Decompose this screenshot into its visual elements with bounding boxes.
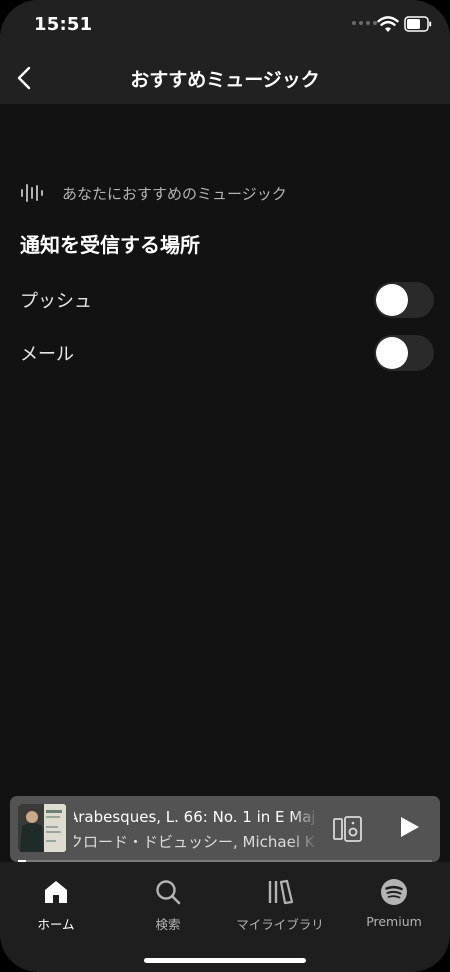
track-artist: クロード・ドビュッシー, Michael Korstick xyxy=(74,833,314,851)
connect-device-icon[interactable] xyxy=(333,816,363,842)
library-icon xyxy=(268,879,294,905)
wifi-icon xyxy=(377,16,399,32)
setting-row-email: メール xyxy=(20,333,434,373)
waveform-icon xyxy=(21,184,43,202)
status-time: 15:51 xyxy=(34,14,93,35)
header-bar: おすすめミュージック xyxy=(0,52,450,104)
nav-premium[interactable]: Premium xyxy=(338,878,450,929)
text-fade xyxy=(290,804,320,854)
email-toggle[interactable] xyxy=(374,335,434,371)
section-title: 通知を受信する場所 xyxy=(20,233,200,257)
page-title: おすすめミュージック xyxy=(130,69,320,91)
mini-player[interactable]: Arabesques, L. 66: No. 1 in E Major クロード… xyxy=(10,796,440,862)
nav-label: Premium xyxy=(366,914,422,929)
nav-search[interactable]: 検索 xyxy=(112,878,224,933)
nav-label: ホーム xyxy=(37,917,75,932)
spotify-icon xyxy=(381,879,407,905)
signal-dots-icon xyxy=(352,21,377,25)
section-label-row: あなたにおすすめのミュージック xyxy=(20,180,287,206)
setting-row-push: プッシュ xyxy=(20,280,434,320)
nav-home[interactable]: ホーム xyxy=(0,878,112,933)
track-info: Arabesques, L. 66: No. 1 in E Major クロード… xyxy=(74,808,314,852)
home-indicator xyxy=(144,958,306,963)
battery-icon xyxy=(404,16,432,32)
nav-label: マイライブラリ xyxy=(236,917,324,932)
status-bar: 15:51 xyxy=(0,0,450,52)
phone-screen: 15:51 おすすめミュージック あなたにおすすめのミュージック 通知を受信する… xyxy=(0,0,450,972)
email-label: メール xyxy=(20,344,74,365)
play-icon[interactable] xyxy=(396,814,422,840)
album-art xyxy=(18,804,66,852)
bottom-nav: ホーム 検索 マイライブラリ Premium xyxy=(0,862,450,972)
toggle-knob xyxy=(376,337,408,369)
home-icon xyxy=(45,881,67,903)
search-icon xyxy=(156,880,181,905)
section-label: あなたにおすすめのミュージック xyxy=(62,184,287,203)
nav-label: 検索 xyxy=(155,917,181,932)
nav-library[interactable]: マイライブラリ xyxy=(224,878,336,933)
push-label: プッシュ xyxy=(20,291,92,312)
toggle-knob xyxy=(376,284,408,316)
track-title: Arabesques, L. 66: No. 1 in E Major xyxy=(74,808,314,826)
push-toggle[interactable] xyxy=(374,282,434,318)
